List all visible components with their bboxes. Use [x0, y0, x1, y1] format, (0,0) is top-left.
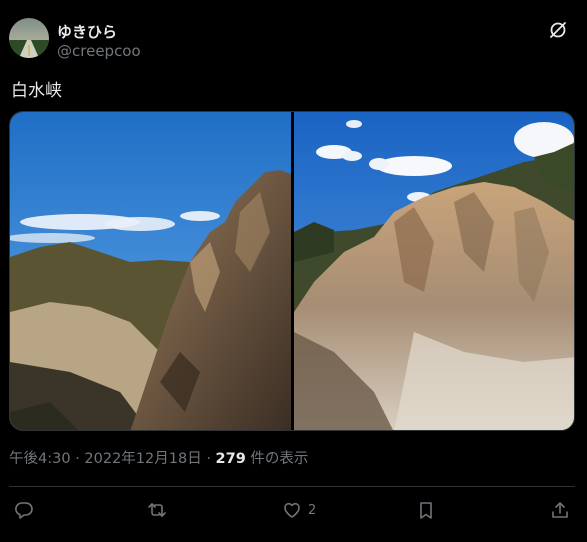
share-icon [552, 502, 568, 518]
bookmark-button[interactable] [416, 497, 442, 523]
photo-rock-ridge-left[interactable] [10, 112, 291, 430]
like-count: 2 [308, 502, 317, 518]
share-button[interactable] [550, 497, 570, 523]
reply-button[interactable] [14, 497, 40, 523]
meta-separator: · [206, 451, 211, 467]
action-bar: 2 [0, 497, 587, 525]
x-logo-icon[interactable] [548, 20, 568, 40]
like-button[interactable]: 2 [282, 497, 316, 523]
post-date[interactable]: 2022年12月18日 [84, 451, 201, 467]
avatar[interactable] [9, 18, 49, 58]
photo-rock-cliff-right[interactable] [294, 112, 574, 430]
author-display-name[interactable]: ゆきひら [57, 21, 117, 42]
post-time[interactable]: 午後4:30 [9, 451, 71, 467]
views-count: 279 [215, 451, 246, 467]
divider [9, 486, 575, 487]
meta-separator: · [75, 451, 80, 467]
repost-button[interactable] [147, 497, 173, 523]
repost-icon [148, 503, 166, 517]
reply-icon [15, 502, 33, 519]
views-label: 件の表示 [250, 451, 309, 467]
post-meta: 午後4:30 · 2022年12月18日 · 279 件の表示 [9, 447, 308, 468]
post-header: ゆきひら @creepcoo [9, 18, 579, 62]
post-text: 白水峡 [11, 81, 62, 101]
media-grid[interactable] [9, 111, 575, 431]
author-handle[interactable]: @creepcoo [57, 42, 141, 60]
like-icon [284, 502, 300, 518]
bookmark-icon [420, 502, 432, 519]
